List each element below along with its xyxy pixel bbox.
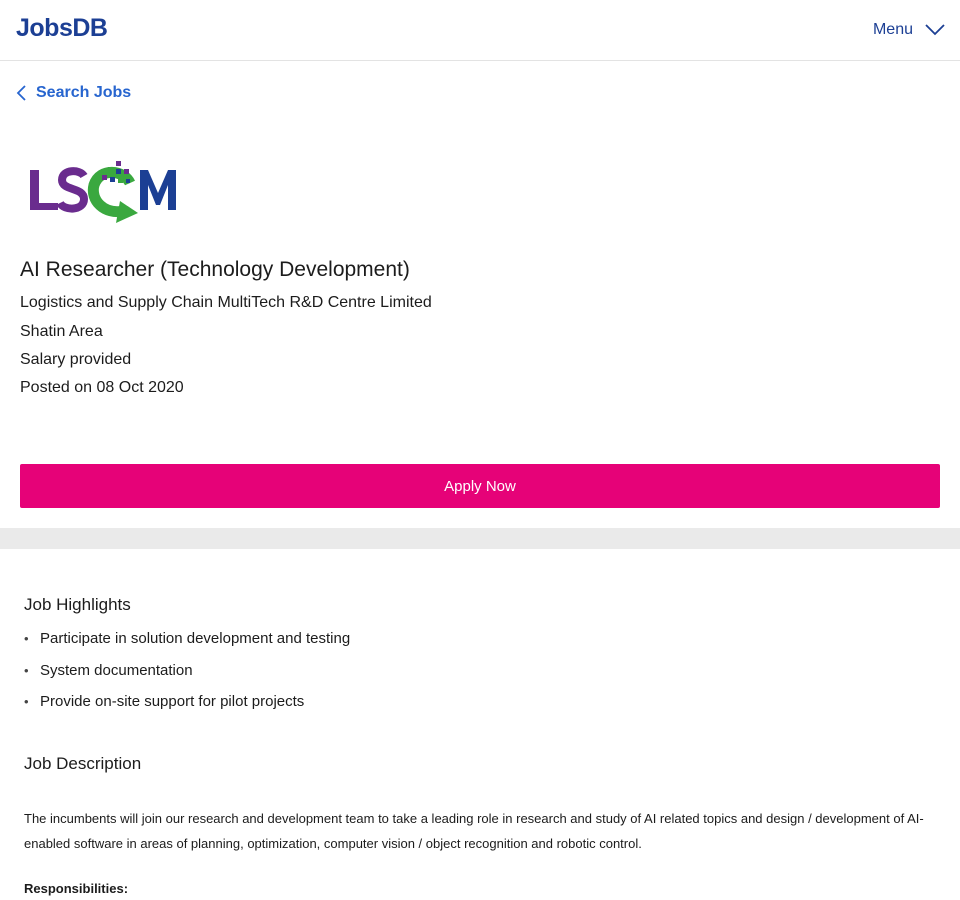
job-description-text: The incumbents will join our research an… (24, 811, 924, 851)
salary-info: Salary provided (20, 351, 132, 368)
chevron-down-icon (925, 24, 945, 36)
highlight-item: • System documentation (24, 660, 350, 692)
top-header: JobsDB Menu (0, 0, 960, 61)
jobsdb-logo[interactable]: JobsDB (16, 14, 108, 43)
menu-button[interactable]: Menu (873, 18, 945, 42)
highlight-text: Provide on-site support for pilot projec… (40, 693, 305, 710)
back-to-search-link[interactable]: Search Jobs (16, 82, 131, 104)
section-divider (0, 528, 960, 549)
apply-now-button[interactable]: Apply Now (20, 464, 940, 508)
company-name[interactable]: Logistics and Supply Chain MultiTech R&D… (20, 294, 432, 312)
highlight-text: System documentation (40, 661, 193, 679)
back-link-label: Search Jobs (36, 84, 132, 101)
job-highlights-heading: Job Highlights (24, 595, 131, 614)
bullet-icon: • (24, 662, 29, 678)
job-highlights-list: • Participate in solution development and… (24, 628, 350, 723)
job-location: Shatin Area (20, 323, 103, 340)
highlight-item: • Participate in solution development and… (24, 628, 350, 660)
job-title: AI Researcher (Technology Development) (20, 258, 410, 281)
bullet-icon: • (24, 694, 29, 709)
company-logo (30, 161, 176, 223)
responsibilities-label: Responsibilities: (24, 881, 129, 896)
chevron-left-icon (16, 85, 26, 101)
job-description-heading: Job Description (24, 754, 142, 773)
bullet-icon: • (24, 631, 29, 646)
highlight-item: • Provide on-site support for pilot proje… (24, 691, 350, 723)
menu-label: Menu (872, 21, 913, 38)
highlight-text: Participate in solution development and … (40, 630, 351, 647)
posted-date: Posted on 08 Oct 2020 (20, 379, 184, 396)
